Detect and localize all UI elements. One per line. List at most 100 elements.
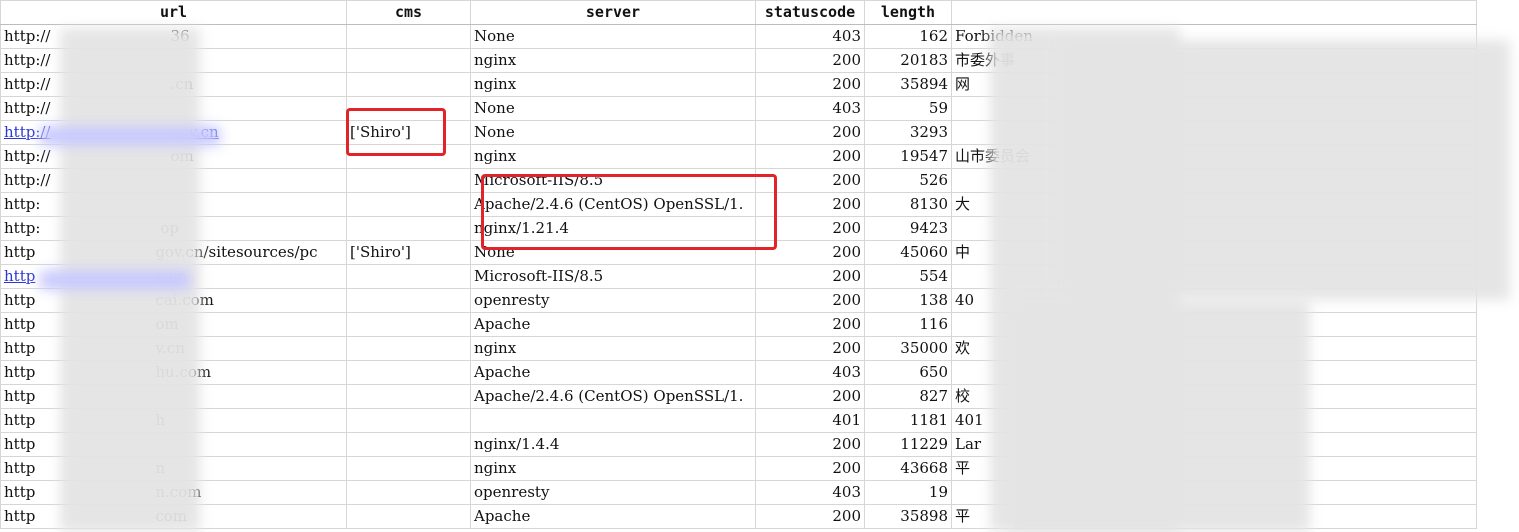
cell-server[interactable]: nginx	[470, 72, 756, 97]
cell-length[interactable]: 138	[864, 288, 952, 313]
cell-server[interactable]: nginx	[470, 456, 756, 481]
cell-cms[interactable]	[346, 336, 471, 361]
cell-cms[interactable]	[346, 168, 471, 193]
cell-server[interactable]: Apache	[470, 360, 756, 385]
cell-statuscode[interactable]: 200	[755, 144, 865, 169]
url-prefix: http://	[4, 147, 51, 165]
cell-cms[interactable]	[346, 360, 471, 385]
cell-server[interactable]	[470, 408, 756, 433]
cell-cms[interactable]	[346, 192, 471, 217]
cell-statuscode[interactable]: 200	[755, 264, 865, 289]
cell-length[interactable]: 827	[864, 384, 952, 409]
cell-length[interactable]: 9423	[864, 216, 952, 241]
cell-statuscode[interactable]: 403	[755, 96, 865, 121]
redaction-blur	[1060, 40, 1510, 300]
cell-server[interactable]: Microsoft-IIS/8.5	[470, 264, 756, 289]
cell-length[interactable]: 35000	[864, 336, 952, 361]
url-prefix: http	[4, 339, 36, 357]
cell-length[interactable]: 35894	[864, 72, 952, 97]
cell-server[interactable]: None	[470, 120, 756, 145]
cell-server[interactable]: nginx	[470, 144, 756, 169]
cell-statuscode[interactable]: 200	[755, 456, 865, 481]
cell-server[interactable]: Apache	[470, 312, 756, 337]
cell-cms[interactable]	[346, 264, 471, 289]
cell-statuscode[interactable]: 401	[755, 408, 865, 433]
url-prefix: http:	[4, 219, 41, 237]
cell-cms[interactable]	[346, 408, 471, 433]
cell-server[interactable]: Apache	[470, 504, 756, 529]
header-length[interactable]: length	[864, 0, 952, 25]
cell-cms[interactable]	[346, 72, 471, 97]
redaction-blur	[1010, 300, 1310, 532]
cell-statuscode[interactable]: 200	[755, 48, 865, 73]
cell-statuscode[interactable]: 200	[755, 288, 865, 313]
cell-length[interactable]: 3293	[864, 120, 952, 145]
cell-statuscode[interactable]: 200	[755, 504, 865, 529]
cell-length[interactable]: 45060	[864, 240, 952, 265]
url-prefix: http:	[4, 195, 41, 213]
header-server[interactable]: server	[470, 0, 756, 25]
cell-statuscode[interactable]: 200	[755, 432, 865, 457]
cell-length[interactable]: 35898	[864, 504, 952, 529]
cell-length[interactable]: 20183	[864, 48, 952, 73]
cell-statuscode[interactable]: 403	[755, 480, 865, 505]
cell-cms[interactable]	[346, 48, 471, 73]
cell-statuscode[interactable]: 200	[755, 384, 865, 409]
url-prefix: http://	[4, 171, 51, 189]
header-row: url cms server statuscode length	[0, 0, 1477, 25]
cell-cms[interactable]	[346, 24, 471, 49]
cell-statuscode[interactable]: 200	[755, 120, 865, 145]
cell-length[interactable]: 1181	[864, 408, 952, 433]
header-cms[interactable]: cms	[346, 0, 471, 25]
cell-length[interactable]: 116	[864, 312, 952, 337]
header-statuscode[interactable]: statuscode	[755, 0, 865, 25]
cell-length[interactable]: 19	[864, 480, 952, 505]
cell-server[interactable]: openresty	[470, 480, 756, 505]
cell-cms[interactable]	[346, 456, 471, 481]
redaction-blur	[40, 270, 190, 290]
header-url[interactable]: url	[0, 0, 347, 25]
cell-cms[interactable]	[346, 216, 471, 241]
cell-server[interactable]: nginx	[470, 336, 756, 361]
cell-server[interactable]: nginx	[470, 48, 756, 73]
cell-length[interactable]: 650	[864, 360, 952, 385]
cell-statuscode[interactable]: 200	[755, 312, 865, 337]
url-prefix: http	[4, 267, 36, 285]
cell-cms[interactable]: ['Shiro']	[346, 240, 471, 265]
cell-length[interactable]: 554	[864, 264, 952, 289]
url-prefix: http	[4, 315, 36, 333]
cell-statuscode[interactable]: 403	[755, 24, 865, 49]
cell-server[interactable]: None	[470, 96, 756, 121]
cell-cms[interactable]	[346, 312, 471, 337]
cell-server[interactable]: openresty	[470, 288, 756, 313]
cell-length[interactable]: 162	[864, 24, 952, 49]
cell-length[interactable]: 11229	[864, 432, 952, 457]
cell-length[interactable]: 19547	[864, 144, 952, 169]
cell-length[interactable]: 59	[864, 96, 952, 121]
cell-cms[interactable]	[346, 480, 471, 505]
url-prefix: http://	[4, 51, 51, 69]
url-prefix: http	[4, 459, 36, 477]
cell-cms[interactable]	[346, 504, 471, 529]
url-prefix: http://	[4, 75, 51, 93]
url-prefix: http	[4, 243, 36, 261]
url-prefix: http://	[4, 27, 51, 45]
cell-length[interactable]: 8130	[864, 192, 952, 217]
cell-statuscode[interactable]: 200	[755, 336, 865, 361]
redaction-blur	[40, 126, 220, 146]
cell-cms[interactable]	[346, 432, 471, 457]
url-prefix: http://	[4, 99, 51, 117]
cell-length[interactable]: 526	[864, 168, 952, 193]
cell-server[interactable]: Apache/2.4.6 (CentOS) OpenSSL/1.	[470, 384, 756, 409]
header-title[interactable]	[951, 0, 1477, 25]
cell-cms[interactable]	[346, 384, 471, 409]
cell-statuscode[interactable]: 200	[755, 72, 865, 97]
cell-length[interactable]: 43668	[864, 456, 952, 481]
cell-server[interactable]: nginx/1.4.4	[470, 432, 756, 457]
cell-cms[interactable]	[346, 288, 471, 313]
cell-server[interactable]: None	[470, 24, 756, 49]
url-prefix: http	[4, 507, 36, 525]
server-highlight-box	[481, 174, 777, 250]
cell-statuscode[interactable]: 403	[755, 360, 865, 385]
url-prefix: http	[4, 363, 36, 381]
